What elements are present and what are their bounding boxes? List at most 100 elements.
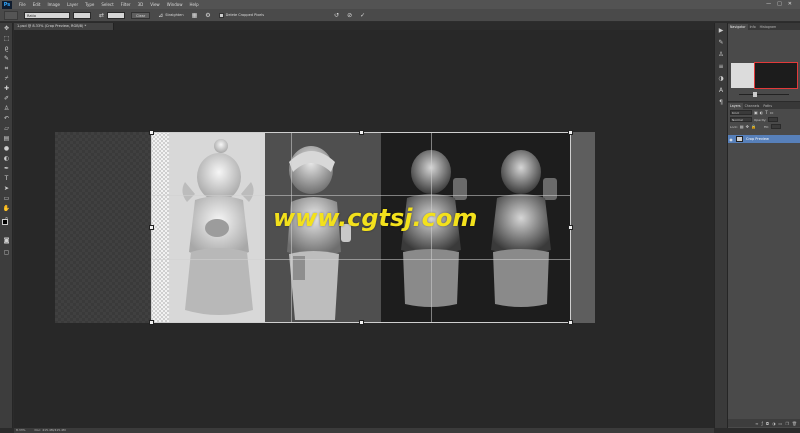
blur-tool-icon[interactable]: ● <box>2 144 11 153</box>
screen-mode-icon[interactable]: ▢ <box>2 248 11 257</box>
new-layer-icon[interactable]: ❐ <box>785 421 789 426</box>
crop-tool-preset-picker[interactable] <box>4 10 18 20</box>
straighten-icon[interactable]: ⊿ <box>158 12 163 19</box>
quick-mask-icon[interactable]: ◙ <box>2 236 11 245</box>
brush-tool-icon[interactable]: ✐ <box>2 94 11 103</box>
settings-gear-icon[interactable]: ⚙ <box>205 12 210 19</box>
menu-select[interactable]: Select <box>101 2 113 7</box>
navigator-zoom-slider[interactable] <box>731 92 797 97</box>
fx-icon[interactable]: ƒ <box>761 421 762 426</box>
properties-icon[interactable]: ≡ <box>717 63 725 71</box>
opacity-field[interactable] <box>768 117 779 122</box>
filter-shape-icon[interactable]: ▭ <box>770 110 774 115</box>
crop-handle-top-right[interactable] <box>568 130 573 135</box>
trash-icon[interactable]: 🗑 <box>792 421 797 426</box>
crop-handle-bottom-right[interactable] <box>568 320 573 325</box>
document-tab[interactable]: 1.psd @ 8.33% (Crop Preview, RGB/8) * <box>14 23 114 30</box>
lasso-tool-icon[interactable]: ϱ <box>2 44 11 53</box>
lock-row: Lock: ▦ ✥ 🔒 Fill: <box>728 123 800 130</box>
zoom-knob[interactable] <box>753 92 757 97</box>
gradient-tool-icon[interactable]: ▤ <box>2 134 11 143</box>
ratio-width-field[interactable] <box>73 11 91 19</box>
layer-filter-row: Kind ▣ ◐ T ▭ <box>728 109 800 116</box>
maximize-button[interactable]: □ <box>777 1 782 7</box>
link-layers-icon[interactable]: ∞ <box>755 421 758 426</box>
crop-handle-top[interactable] <box>359 130 364 135</box>
lock-all-icon[interactable]: 🔒 <box>751 124 756 129</box>
menu-filter[interactable]: Filter <box>121 2 131 7</box>
cancel-icon[interactable]: ⊘ <box>347 12 352 19</box>
shape-tool-icon[interactable]: ▭ <box>2 194 11 203</box>
play-actions-icon[interactable]: ▶ <box>717 27 725 35</box>
blend-row: Normal Opacity: <box>728 116 800 123</box>
swap-icon[interactable]: ⇄ <box>99 12 104 19</box>
close-button[interactable]: ✕ <box>788 1 792 7</box>
straighten-label[interactable]: Straighten <box>165 13 183 17</box>
hand-tool-icon[interactable]: ✋ <box>2 204 11 213</box>
menu-view[interactable]: View <box>150 2 160 7</box>
path-select-tool-icon[interactable]: ➤ <box>2 184 11 193</box>
eraser-tool-icon[interactable]: ▱ <box>2 124 11 133</box>
adjustment-layer-icon[interactable]: ◑ <box>772 421 776 426</box>
menu-type[interactable]: Type <box>85 2 94 7</box>
menu-3d[interactable]: 3D <box>138 2 144 7</box>
crop-handle-top-left[interactable] <box>149 130 154 135</box>
lock-position-icon[interactable]: ✥ <box>746 124 749 129</box>
navigator-view-frame[interactable] <box>754 62 798 89</box>
blend-mode-select[interactable]: Normal <box>730 117 752 122</box>
overlay-grid-icon[interactable]: ▦ <box>192 12 198 19</box>
options-bar: Ratio ⇄ Clear ⊿ Straighten ▦ ⚙ Delete Cr… <box>0 9 800 22</box>
move-tool-icon[interactable]: ✥ <box>2 24 11 33</box>
layers-panel: Kind ▣ ◐ T ▭ Normal Opacity: Lock: ▦ ✥ 🔒… <box>728 109 800 427</box>
lock-pixels-icon[interactable]: ▦ <box>740 124 744 129</box>
add-mask-icon[interactable]: ◘ <box>766 421 769 426</box>
ratio-select[interactable]: Ratio <box>24 11 70 19</box>
adjustments-icon[interactable]: ◑ <box>717 75 725 83</box>
layer-row[interactable]: ◉ Crop Preview <box>728 135 800 143</box>
filter-pixel-icon[interactable]: ▣ <box>754 110 758 115</box>
visibility-eye-icon[interactable]: ◉ <box>728 137 734 142</box>
ratio-height-field[interactable] <box>107 11 126 19</box>
character-icon[interactable]: A <box>717 87 725 95</box>
navigator-thumb-light <box>731 63 755 88</box>
menu-image[interactable]: Image <box>47 2 60 7</box>
new-group-icon[interactable]: ▭ <box>779 421 783 426</box>
menu-bar: Ps File Edit Image Layer Type Select Fil… <box>0 0 800 9</box>
brush-presets-icon[interactable]: ✎ <box>717 39 725 47</box>
reset-icon[interactable]: ↺ <box>334 12 339 19</box>
doc-size-readout[interactable]: Doc: 415.4M/415.4M <box>35 428 66 432</box>
delete-cropped-checkbox[interactable] <box>218 12 224 18</box>
layer-name[interactable]: Crop Preview <box>746 137 769 141</box>
menu-file[interactable]: File <box>19 2 26 7</box>
crop-handle-bottom-left[interactable] <box>149 320 154 325</box>
menu-edit[interactable]: Edit <box>33 2 41 7</box>
paragraph-icon[interactable]: ¶ <box>717 99 725 107</box>
crop-handle-bottom[interactable] <box>359 320 364 325</box>
clone-stamp-tool-icon[interactable]: ♙ <box>2 104 11 113</box>
filter-type-icon[interactable]: T <box>765 110 767 115</box>
minimize-button[interactable]: — <box>766 1 771 7</box>
commit-check-icon[interactable]: ✓ <box>360 12 365 19</box>
menu-layer[interactable]: Layer <box>67 2 78 7</box>
menu-help[interactable]: Help <box>189 2 198 7</box>
clear-button[interactable]: Clear <box>131 11 151 19</box>
pen-tool-icon[interactable]: ✒ <box>2 164 11 173</box>
quick-select-tool-icon[interactable]: ✎ <box>2 54 11 63</box>
filter-adjust-icon[interactable]: ◐ <box>760 110 764 115</box>
zoom-readout[interactable]: 8.33% <box>16 428 26 432</box>
menu-window[interactable]: Window <box>167 2 183 7</box>
type-tool-icon[interactable]: T <box>2 174 11 183</box>
marquee-tool-icon[interactable]: ⬚ <box>2 34 11 43</box>
fill-field[interactable] <box>771 124 782 129</box>
window-controls: — □ ✕ <box>766 1 792 7</box>
eyedropper-tool-icon[interactable]: ⌿ <box>2 74 11 83</box>
layer-kind-select[interactable]: Kind <box>730 110 752 115</box>
dodge-tool-icon[interactable]: ◐ <box>2 154 11 163</box>
foreground-color-swatch[interactable] <box>2 219 8 225</box>
crop-handle-right[interactable] <box>568 225 573 230</box>
history-brush-tool-icon[interactable]: ↶ <box>2 114 11 123</box>
healing-brush-tool-icon[interactable]: ✚ <box>2 84 11 93</box>
crop-handle-left[interactable] <box>149 225 154 230</box>
clone-source-icon[interactable]: ♙ <box>717 51 725 59</box>
crop-tool-icon[interactable]: ⌗ <box>2 64 11 73</box>
